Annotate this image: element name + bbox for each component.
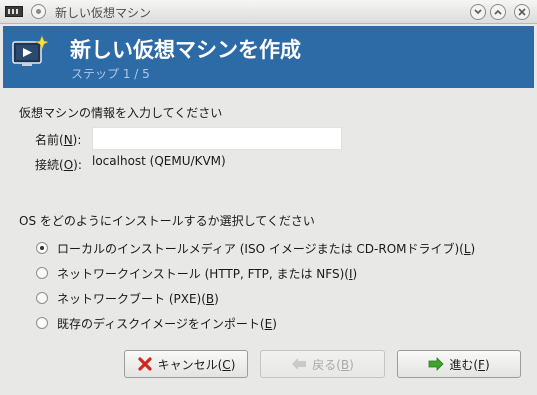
- vm-info-heading: 仮想マシンの情報を入力してください: [19, 106, 223, 120]
- name-input[interactable]: [92, 127, 342, 150]
- cancel-button[interactable]: キャンセル(C): [124, 350, 248, 378]
- back-button[interactable]: 戻る(B): [260, 350, 385, 378]
- minimize-button[interactable]: [470, 4, 486, 20]
- radio-import-disk[interactable]: 既存のディスクイメージをインポート(E): [36, 314, 277, 332]
- radio-network-boot[interactable]: ネットワークブート (PXE)(B): [36, 289, 219, 307]
- install-method-heading: OS をどのようにインストールするか選択してください: [19, 214, 315, 228]
- back-label: 戻る(B): [312, 357, 354, 372]
- window-titlebar[interactable]: 新しい仮想マシン: [0, 0, 537, 24]
- arrow-right-icon: [428, 356, 444, 372]
- radio-button[interactable]: [36, 292, 48, 304]
- radio-local-media[interactable]: ローカルのインストールメディア (ISO イメージまたは CD-ROMドライブ)…: [36, 239, 475, 257]
- forward-button[interactable]: 進む(F): [397, 350, 521, 378]
- chevron-up-icon: [494, 9, 502, 15]
- radio-label: ネットワークブート (PXE)(B): [57, 291, 219, 306]
- new-vm-icon: [12, 35, 48, 66]
- red-x-icon: [137, 356, 153, 372]
- name-label: 名前(N):: [35, 133, 82, 147]
- radio-label: ローカルのインストールメディア (ISO イメージまたは CD-ROMドライブ)…: [57, 241, 476, 256]
- app-icon: [5, 6, 23, 17]
- radio-label: 既存のディスクイメージをインポート(E): [57, 316, 277, 331]
- cancel-label: キャンセル(C): [157, 357, 236, 372]
- maximize-button[interactable]: [490, 4, 506, 20]
- page-title: 新しい仮想マシンを作成: [70, 38, 301, 62]
- radio-button[interactable]: [36, 267, 48, 279]
- radio-network-install[interactable]: ネットワークインストール (HTTP, FTP, または NFS)(I): [36, 264, 357, 282]
- close-icon: [518, 8, 526, 16]
- forward-label: 進む(F): [449, 357, 490, 372]
- arrow-left-icon: [291, 356, 307, 372]
- connection-value: localhost (QEMU/KVM): [92, 154, 226, 168]
- connection-label: 接続(O):: [35, 158, 82, 172]
- window-menu-button[interactable]: [31, 4, 46, 19]
- wizard-header: 新しい仮想マシンを作成 ステップ 1 / 5: [3, 26, 534, 88]
- radio-button-checked[interactable]: [36, 242, 48, 254]
- radio-button[interactable]: [36, 317, 48, 329]
- chevron-down-icon: [474, 9, 482, 15]
- step-indicator: ステップ 1 / 5: [71, 67, 150, 81]
- radio-label: ネットワークインストール (HTTP, FTP, または NFS)(I): [57, 266, 358, 281]
- window-title: 新しい仮想マシン: [55, 6, 152, 20]
- close-button[interactable]: [514, 4, 530, 20]
